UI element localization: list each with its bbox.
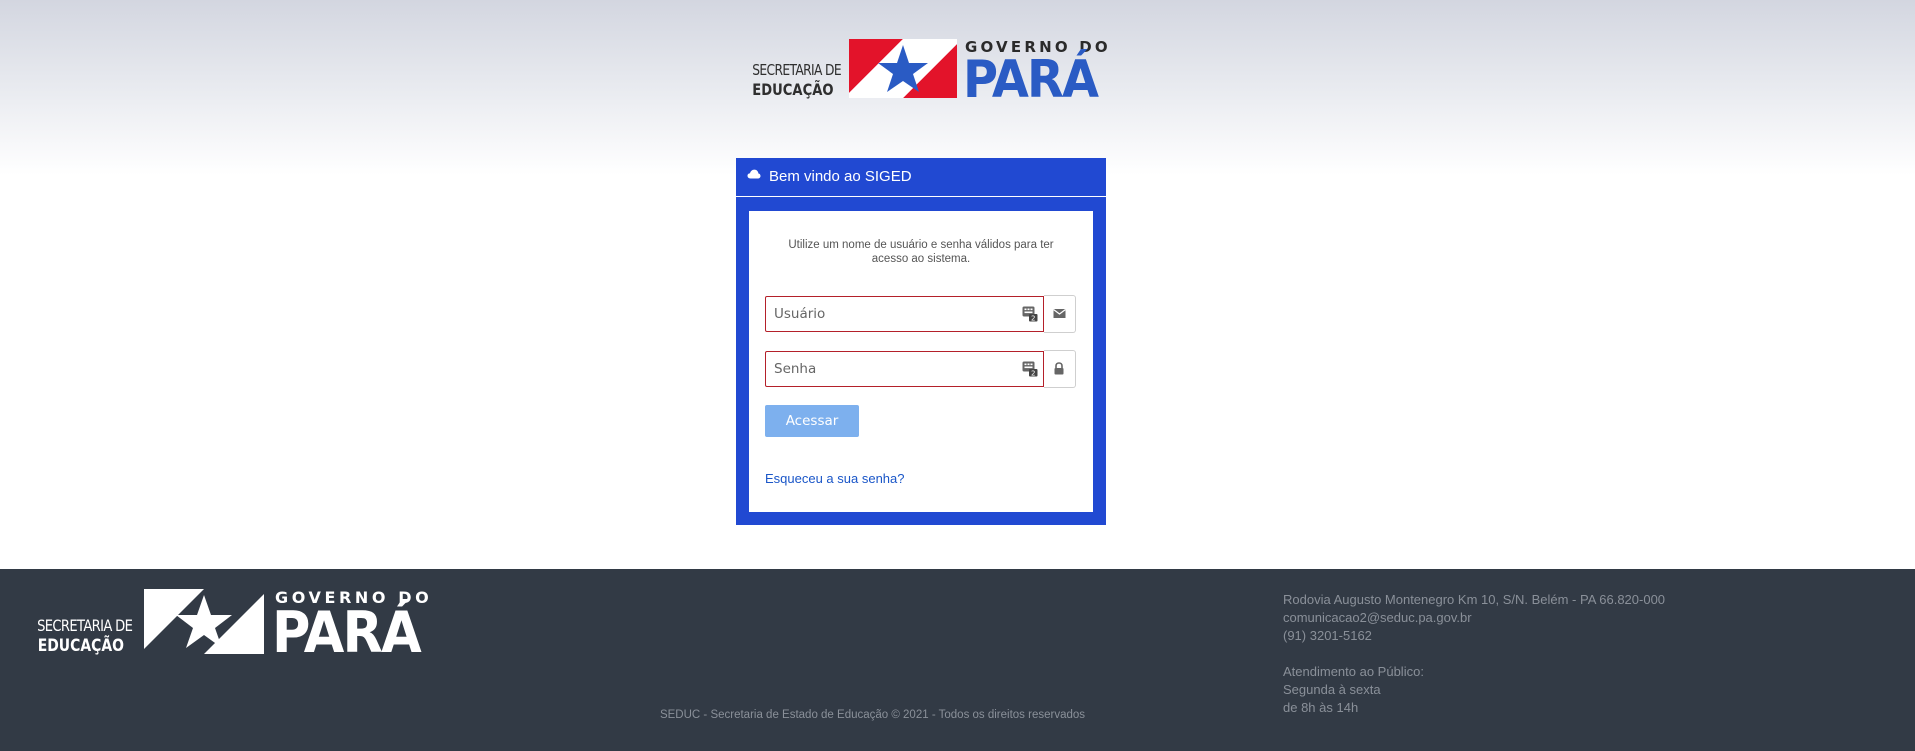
cloud-icon [747, 169, 761, 179]
footer-email: comunicacao2@seduc.pa.gov.br [1283, 610, 1472, 625]
password-field-wrapper: 2 [765, 351, 1044, 387]
login-panel-header: Bem vindo ao SIGED [736, 158, 1106, 197]
footer-org-line2: EDUCAÇÃO [37, 636, 124, 656]
footer-state-name: PARÁ [272, 600, 422, 666]
username-field-wrapper: 2 [765, 296, 1044, 332]
footer-contact: Rodovia Augusto Montenegro Km 10, S/N. B… [1283, 591, 1665, 717]
footer-spacer [1283, 645, 1665, 663]
lock-icon [1054, 362, 1064, 375]
header-logo: SECRETARIA DE EDUCAÇÃO GOVERNO DO PARÁ [735, 38, 1107, 110]
login-title: Bem vindo ao SIGED [769, 168, 912, 185]
keyboard-icon[interactable]: 2 [1022, 306, 1038, 322]
para-flag-icon [144, 589, 264, 654]
footer-address: Rodovia Augusto Montenegro Km 10, S/N. B… [1283, 592, 1666, 607]
footer-phone: (91) 3201-5162 [1283, 628, 1372, 643]
password-addon [1044, 350, 1076, 388]
login-button[interactable]: Acessar [765, 405, 859, 437]
footer-hours-days: Segunda à sexta [1283, 682, 1381, 697]
header-org-name: SECRETARIA DE EDUCAÇÃO [735, 60, 841, 100]
header-org-line2: EDUCAÇÃO [752, 80, 834, 99]
login-instructions: Utilize um nome de usuário e senha válid… [788, 239, 1054, 265]
footer-org-line1: SECRETARIA DE [37, 616, 133, 635]
username-input[interactable] [766, 297, 1014, 331]
footer-copyright: SEDUC - Secretaria de Estado de Educação… [659, 709, 1086, 721]
svg-text:2: 2 [1031, 314, 1035, 322]
para-flag-icon [849, 39, 957, 98]
footer-org-name: SECRETARIA DE EDUCAÇÃO [18, 615, 133, 657]
footer-logo: SECRETARIA DE EDUCAÇÃO GOVERNO DO PARÁ [18, 588, 429, 665]
header-state-name: PARÁ [963, 50, 1099, 110]
header-org-line1: SECRETARIA DE [752, 61, 841, 79]
username-addon [1044, 295, 1076, 333]
login-form: Utilize um nome de usuário e senha válid… [749, 211, 1093, 512]
forgot-password-link[interactable]: Esqueceu a sua senha? [765, 471, 905, 486]
footer-hours-title: Atendimento ao Público: [1283, 664, 1424, 679]
svg-text:2: 2 [1031, 369, 1035, 377]
envelope-icon [1053, 309, 1066, 318]
login-panel: Bem vindo ao SIGED Utilize um nome de us… [736, 158, 1106, 525]
footer: SECRETARIA DE EDUCAÇÃO GOVERNO DO PARÁ R… [0, 569, 1915, 751]
password-input[interactable] [766, 352, 1014, 386]
keyboard-icon[interactable]: 2 [1022, 361, 1038, 377]
